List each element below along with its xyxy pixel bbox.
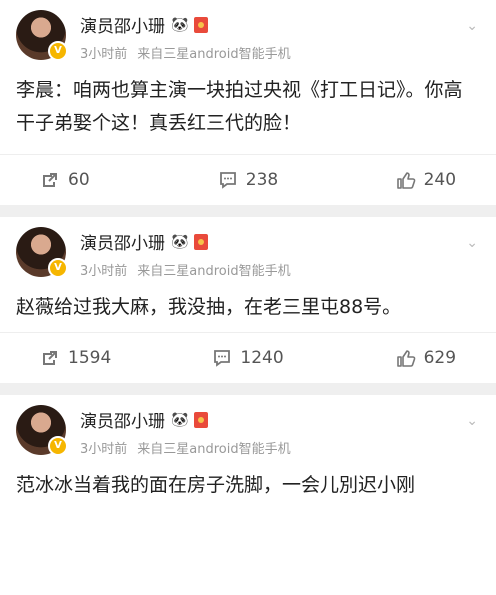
chevron-down-icon[interactable]: ⌄ (466, 235, 478, 251)
repost-button[interactable]: 1594 (16, 348, 179, 368)
post-card[interactable]: V 演员邵小珊 🐼 3小时前 来自三星android智能手机 ⌄ 赵薇给过我大麻，… (0, 217, 496, 383)
chevron-down-icon[interactable]: ⌄ (466, 18, 478, 34)
avatar[interactable]: V (16, 405, 68, 456)
post-subline: 3小时前 来自三星android智能手机 (80, 260, 291, 279)
comment-icon (218, 170, 238, 190)
post-text[interactable]: 李晨：咱两也算主演一块拍过央视《打工日记》。你高干子弟娶个这！真丢红三代的脸！ (16, 74, 480, 140)
username[interactable]: 演员邵小珊 (80, 407, 165, 432)
post-meta: 演员邵小珊 🐼 3小时前 来自三星android智能手机 (80, 229, 291, 279)
weibo-feed: V 演员邵小珊 🐼 3小时前 来自三星android智能手机 ⌄ 李晨：咱两也算主… (0, 0, 496, 595)
post-subline: 3小时前 来自三星android智能手机 (80, 438, 291, 457)
thumbs-up-icon (396, 170, 416, 190)
post-card[interactable]: V 演员邵小珊 🐼 3小时前 来自三星android智能手机 ⌄ 范冰冰当着我的面… (0, 395, 496, 595)
panda-icon: 🐼 (171, 16, 189, 33)
repost-count: 1594 (68, 348, 112, 368)
verified-badge-icon: V (48, 436, 68, 456)
panda-icon: 🐼 (171, 411, 189, 428)
username[interactable]: 演员邵小珊 (80, 229, 165, 254)
post-text[interactable]: 赵薇给过我大麻，我没抽，在老三里屯88号。 (16, 291, 480, 324)
comment-count: 1240 (240, 348, 284, 368)
post-meta: 演员邵小珊 🐼 3小时前 来自三星android智能手机 (80, 12, 291, 62)
post-time: 3小时前 (80, 47, 128, 62)
post-header: V 演员邵小珊 🐼 3小时前 来自三星android智能手机 (16, 395, 480, 469)
verified-badge-icon: V (48, 258, 68, 278)
post-actions: 1594 1240 629 (0, 332, 496, 383)
comment-button[interactable]: 238 (179, 170, 318, 190)
post-actions: 60 238 240 (0, 154, 496, 205)
post-time: 3小时前 (80, 442, 128, 457)
username[interactable]: 演员邵小珊 (80, 12, 165, 37)
like-button[interactable]: 629 (317, 348, 480, 368)
username-row: 演员邵小珊 🐼 (80, 407, 291, 432)
post-time: 3小时前 (80, 264, 128, 279)
post-source: 来自三星android智能手机 (137, 47, 291, 62)
chevron-down-icon[interactable]: ⌄ (466, 413, 478, 429)
post-subline: 3小时前 来自三星android智能手机 (80, 43, 291, 62)
post-header: V 演员邵小珊 🐼 3小时前 来自三星android智能手机 (16, 217, 480, 291)
panda-icon: 🐼 (171, 233, 189, 250)
repost-icon (40, 348, 60, 368)
comment-count: 238 (245, 170, 279, 190)
avatar[interactable]: V (16, 227, 68, 278)
post-meta: 演员邵小珊 🐼 3小时前 来自三星android智能手机 (80, 407, 291, 457)
repost-count: 60 (68, 170, 90, 190)
red-packet-icon (194, 16, 209, 33)
post-source: 来自三星android智能手机 (137, 264, 291, 279)
verified-badge-icon: V (48, 41, 68, 61)
repost-icon (40, 170, 60, 190)
like-count: 629 (423, 348, 457, 368)
repost-button[interactable]: 60 (16, 170, 179, 190)
post-text[interactable]: 范冰冰当着我的面在房子洗脚，一会儿別迟小刚 (16, 469, 480, 502)
like-button[interactable]: 240 (317, 170, 480, 190)
comment-icon (212, 348, 232, 368)
avatar[interactable]: V (16, 10, 68, 61)
thumbs-up-icon (396, 348, 416, 368)
red-packet-icon (194, 411, 209, 428)
username-row: 演员邵小珊 🐼 (80, 229, 291, 254)
red-packet-icon (194, 233, 209, 250)
post-header: V 演员邵小珊 🐼 3小时前 来自三星android智能手机 (16, 0, 480, 74)
post-source: 来自三星android智能手机 (137, 442, 291, 457)
username-row: 演员邵小珊 🐼 (80, 12, 291, 37)
comment-button[interactable]: 1240 (179, 348, 318, 368)
post-card[interactable]: V 演员邵小珊 🐼 3小时前 来自三星android智能手机 ⌄ 李晨：咱两也算主… (0, 0, 496, 205)
like-count: 240 (423, 170, 457, 190)
